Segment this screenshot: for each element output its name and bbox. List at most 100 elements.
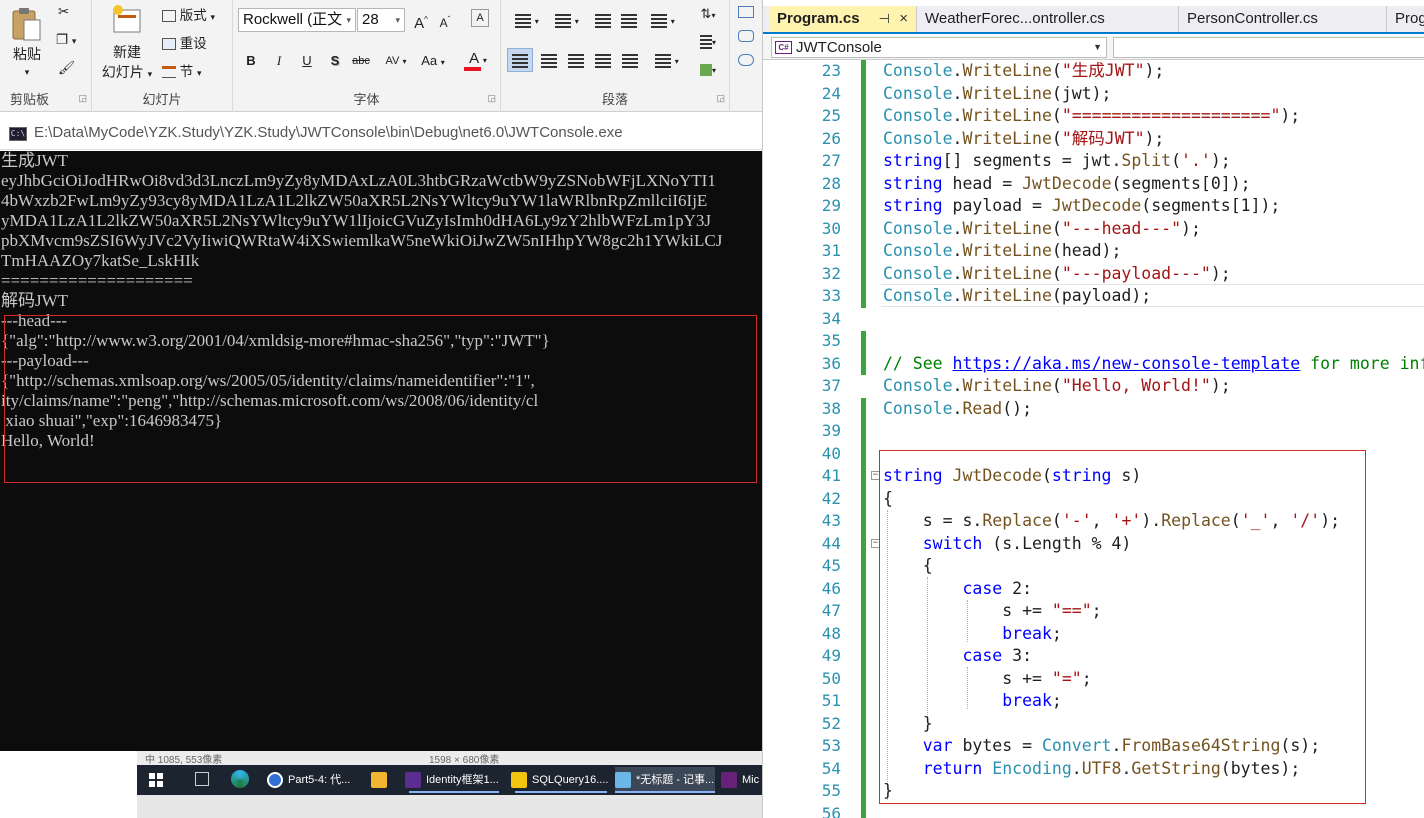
distributed-button[interactable] [618, 49, 642, 71]
new-slide-icon [113, 5, 141, 33]
cut-icon[interactable]: ✂ [58, 4, 69, 20]
paste-button[interactable]: 粘贴 ▾ [6, 4, 48, 80]
code-line: string payload = JwtDecode(segments[1]); [883, 196, 1281, 215]
align-left-button[interactable] [507, 48, 533, 72]
character-spacing-button[interactable]: AV ▾ [379, 50, 413, 72]
font-color-button[interactable]: A ▾ [461, 48, 495, 71]
chevron-down-icon: ▼ [1093, 42, 1102, 52]
code-line: Console.WriteLine(jwt); [883, 83, 1112, 103]
task-view-icon[interactable] [195, 772, 209, 786]
bullets-button[interactable]: ▾ [509, 9, 545, 31]
new-slide-label-line2: 幻灯片 ▾ [101, 64, 153, 80]
windows-start-icon[interactable] [149, 773, 163, 787]
tab-program-cs[interactable]: Program.cs ⊣ × [769, 6, 917, 32]
edge-browser-icon[interactable] [231, 770, 249, 788]
shrink-font-button[interactable]: Aˇ [433, 9, 457, 31]
change-case-button[interactable]: Aa ▾ [417, 50, 449, 72]
code-editor[interactable]: 23 24 25 26 27 28 29 30 31 32 33 34 35 3… [763, 60, 1424, 818]
font-group-title: 字体 [353, 92, 380, 107]
numbering-icon [555, 13, 572, 28]
code-line: string[] segments = jwt.Split('.'); [883, 151, 1231, 170]
console-title-bar[interactable]: C:\ E:\Data\MyCode\YZK.Study\YZK.Study\J… [0, 118, 762, 150]
section-icon [162, 66, 176, 79]
copy-icon[interactable]: ❐ ▾ [56, 32, 76, 48]
decrease-indent-button[interactable] [591, 9, 615, 31]
taskbar-item-explorer[interactable] [371, 767, 395, 793]
align-center-button[interactable] [537, 49, 561, 71]
sql-server-icon [511, 772, 527, 789]
taskbar-item-notepad[interactable]: *无标题 - 记事... [615, 767, 715, 793]
paragraph-group-title: 段落 [601, 92, 628, 107]
console-output[interactable]: 生成JWT eyJhbGciOiJodHRwOi8vd3d3LnczLm9yZy… [0, 151, 762, 751]
clear-formatting-icon[interactable]: A [471, 9, 489, 27]
smartart-button[interactable]: ▾ [693, 58, 723, 80]
align-text-button[interactable]: ▾ [693, 30, 723, 52]
csharp-project-icon: C# [775, 41, 792, 54]
justify-button[interactable] [591, 49, 615, 71]
font-name-select[interactable]: Rockwell (正文 ▾ [238, 8, 356, 32]
tab-weatherforecastcontroller[interactable]: WeatherForec...ontroller.cs [917, 6, 1179, 32]
code-line: Console.WriteLine("Hello, World!"); [883, 376, 1231, 395]
shape-cloud-icon[interactable] [738, 54, 754, 66]
format-painter-icon[interactable]: 🖌 [58, 60, 75, 76]
status-cursor-position: 中 1085, 553像素 [145, 755, 223, 765]
columns-button[interactable]: ▾ [649, 49, 685, 71]
line-number: 48 [821, 623, 841, 643]
tab-personcontroller[interactable]: PersonController.cs [1179, 6, 1387, 32]
tab-program-partial[interactable]: Prog [1387, 6, 1424, 32]
line-number: 30 [821, 218, 841, 238]
line-number: 41 [821, 466, 841, 485]
distributed-icon [622, 53, 638, 68]
section-button[interactable]: 节 ▾ [162, 60, 202, 80]
reset-button[interactable]: 重设 [162, 32, 207, 52]
taskbar-item-microsoft[interactable]: Mic [721, 767, 762, 793]
pin-icon[interactable]: ⊣ [879, 6, 890, 32]
taskbar-item-label: Part5-4: 代... [288, 774, 351, 786]
close-tab-icon[interactable]: × [899, 6, 908, 32]
line-number: 23 [821, 61, 841, 80]
taskbar-item-ssms[interactable]: SQLQuery16.... [511, 767, 611, 793]
font-dialog-launcher-icon[interactable]: ◲ [487, 93, 496, 104]
change-indicator [861, 398, 866, 818]
paste-dropdown-icon[interactable]: ▾ [6, 62, 48, 82]
text-direction-button[interactable]: ⇅▾ [693, 3, 723, 25]
increase-indent-icon [621, 13, 637, 28]
align-right-button[interactable] [564, 49, 588, 71]
new-slide-button[interactable]: 新建 幻灯片 ▾ [98, 2, 156, 82]
line-number: 55 [821, 781, 841, 800]
layout-button[interactable]: 版式 ▾ [162, 4, 215, 24]
font-size-select[interactable]: 28 ▾ [357, 8, 405, 32]
obs-icon [267, 772, 283, 789]
new-slide-label-line1: 新建 [113, 44, 141, 60]
line-number: 32 [821, 263, 841, 283]
tab-label: Program.cs [777, 10, 860, 27]
clipboard-dialog-launcher-icon[interactable]: ◲ [78, 93, 87, 104]
align-right-icon [568, 53, 584, 68]
powerpoint-ribbon: 粘贴 ▾ ✂ ❐ ▾ 🖌 剪贴板 ◲ 新建 幻灯片 ▾ 版式 ▾ 重设 节 ▾ … [0, 0, 762, 112]
taskbar-item-obs[interactable]: Part5-4: 代... [267, 767, 359, 793]
shadow-button[interactable]: S [323, 50, 347, 72]
line-spacing-button[interactable]: ▾ [645, 9, 681, 31]
line-number: 39 [821, 421, 841, 440]
grow-font-button[interactable]: A^ [409, 9, 433, 32]
taskbar-item-visualstudio[interactable]: Identity框架1... [405, 767, 503, 793]
bold-button[interactable]: B [239, 50, 263, 72]
font-size-value: 28 [362, 11, 379, 28]
increase-indent-button[interactable] [617, 9, 641, 31]
paragraph-dialog-launcher-icon[interactable]: ◲ [716, 93, 725, 104]
text-direction-icon: ⇅ [700, 6, 712, 21]
visual-studio-icon [405, 772, 421, 789]
italic-button[interactable]: I [267, 50, 291, 72]
code-line: Console.WriteLine("解码JWT"); [883, 128, 1165, 148]
numbering-button[interactable]: ▾ [549, 9, 585, 31]
layout-icon [162, 10, 176, 23]
line-number: 54 [821, 758, 841, 778]
member-dropdown[interactable] [1113, 37, 1424, 58]
console-highlight-box [4, 315, 757, 483]
strikethrough-button[interactable]: abc [349, 50, 373, 72]
underline-button[interactable]: U [295, 50, 319, 72]
shape-rectangle-icon[interactable] [738, 6, 754, 18]
project-scope-dropdown[interactable]: C# JWTConsole ▼ [771, 37, 1107, 58]
line-number: 25 [821, 106, 841, 125]
shape-rounded-icon[interactable] [738, 30, 754, 42]
